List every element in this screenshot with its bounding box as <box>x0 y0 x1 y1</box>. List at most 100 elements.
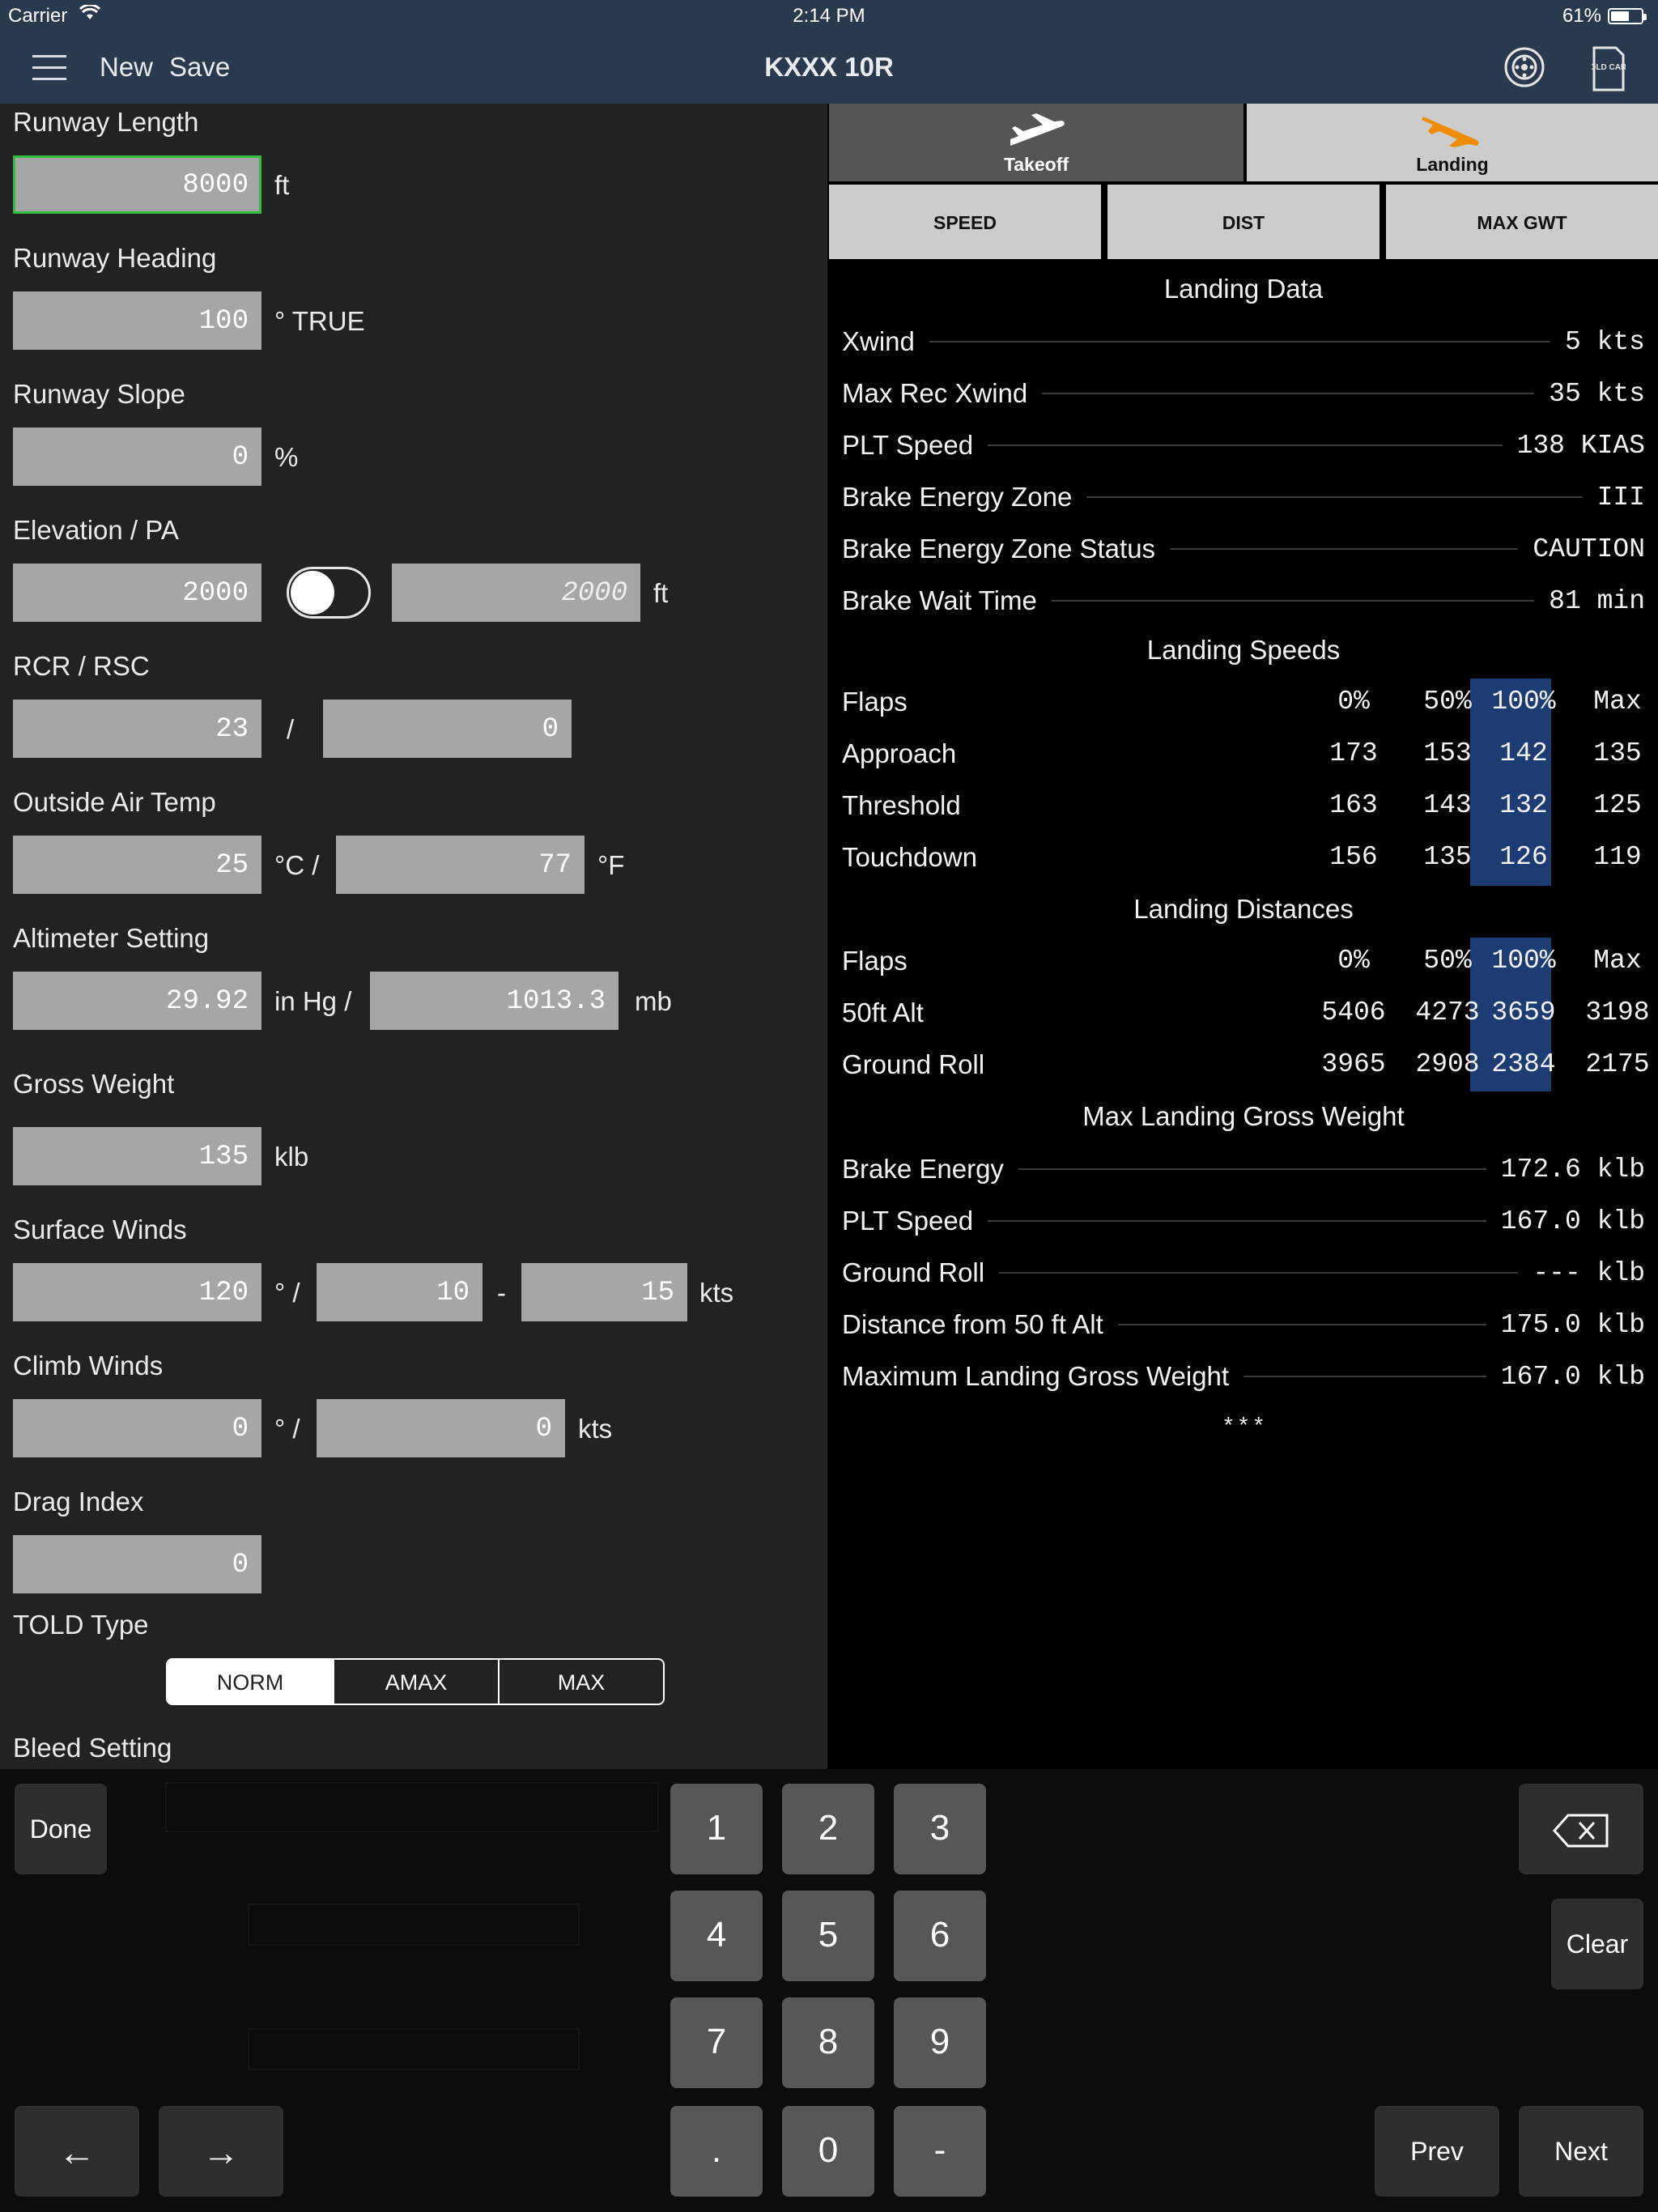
elevation-field[interactable]: 2000 <box>13 564 261 622</box>
page-title: KXXX 10R <box>764 52 894 82</box>
tab-landing[interactable]: Landing <box>1247 104 1658 181</box>
runway-length-field[interactable]: 8000 <box>13 155 261 214</box>
rsc-field[interactable]: 0 <box>323 700 572 758</box>
right-arrow-key[interactable]: → <box>159 2106 283 2197</box>
key-4[interactable]: 4 <box>670 1891 763 1981</box>
climb-wind-dir-field[interactable]: 0 <box>13 1399 261 1457</box>
landing-data-value: 81 min <box>1549 585 1645 616</box>
input-form: Runway Length 8000 ft Runway Heading 100… <box>0 104 827 1769</box>
landing-plane-icon <box>1418 110 1483 155</box>
runway-length-unit: ft <box>274 170 290 200</box>
key-2[interactable]: 2 <box>782 1784 874 1874</box>
told-card-icon[interactable]: TOLD CARD <box>1585 45 1632 96</box>
done-button[interactable]: Done <box>15 1784 107 1874</box>
rcr-rsc-label: RCR / RSC <box>13 651 150 681</box>
drag-index-label: Drag Index <box>13 1487 144 1516</box>
menu-icon[interactable] <box>32 55 66 81</box>
battery-percent: 61% <box>1562 5 1601 27</box>
landing-speed-cell: 135 <box>1423 842 1472 872</box>
hidden-segment-ghost-2 <box>248 2028 580 2070</box>
landing-speed-key: Approach <box>842 738 957 768</box>
left-arrow-key[interactable]: ← <box>15 2106 139 2197</box>
told-type-norm[interactable]: NORM <box>168 1660 333 1704</box>
landing-data-row: Max Rec Xwind 35 kts <box>842 376 1645 411</box>
rcr-field[interactable]: 23 <box>13 700 261 758</box>
gross-weight-field[interactable]: 135 <box>13 1127 261 1185</box>
landing-data-value: III <box>1596 482 1645 513</box>
altimeter-mb-field[interactable]: 1013.3 <box>370 972 619 1030</box>
landing-data-row: PLT Speed 138 KIAS <box>842 428 1645 463</box>
key-7[interactable]: 7 <box>670 1997 763 2088</box>
surface-wind-dir-field[interactable]: 120 <box>13 1263 261 1321</box>
landing-speed-cell: 50% <box>1423 687 1472 717</box>
pa-toggle[interactable] <box>287 567 371 619</box>
told-type-max[interactable]: MAX <box>498 1660 663 1704</box>
told-type-amax[interactable]: AMAX <box>333 1660 498 1704</box>
key-1[interactable]: 1 <box>670 1784 763 1874</box>
landing-speed-cell: 0% <box>1337 687 1370 717</box>
landing-speed-cell: 119 <box>1593 842 1642 872</box>
prev-button[interactable]: Prev <box>1375 2106 1499 2197</box>
landing-data-row: Xwind 5 kts <box>842 324 1645 359</box>
oat-celsius-field[interactable]: 25 <box>13 836 261 894</box>
key-5[interactable]: 5 <box>782 1891 874 1981</box>
climb-wind-speed-field[interactable]: 0 <box>317 1399 565 1457</box>
landing-distance-key: 50ft Alt <box>842 998 924 1027</box>
max-gw-key: Brake Energy <box>842 1154 1004 1184</box>
key-minus[interactable]: - <box>894 2106 986 2197</box>
tab-speed[interactable]: SPEED <box>829 185 1101 259</box>
key-3[interactable]: 3 <box>894 1784 986 1874</box>
landing-speed-cell: Max <box>1593 687 1642 717</box>
altimeter-inhg-unit: in Hg / <box>274 986 352 1016</box>
oat-fahrenheit-field[interactable]: 77 <box>336 836 585 894</box>
altimeter-label: Altimeter Setting <box>13 923 210 953</box>
new-button[interactable]: New <box>100 52 153 83</box>
backspace-icon <box>1552 1814 1609 1848</box>
landing-speed-row: Approach 173 153 142 135 <box>842 738 1645 774</box>
landing-speed-cell: 173 <box>1329 738 1378 768</box>
key-8[interactable]: 8 <box>782 1997 874 2088</box>
bleed-setting-label: Bleed Setting <box>13 1733 172 1763</box>
oat-label: Outside Air Temp <box>13 787 216 817</box>
tab-dist[interactable]: DIST <box>1107 185 1380 259</box>
surface-wind-speed-field[interactable]: 10 <box>317 1263 483 1321</box>
altimeter-inhg-field[interactable]: 29.92 <box>13 972 261 1030</box>
pressure-altitude-field[interactable]: 2000 <box>392 564 640 622</box>
landing-speed-cell: 156 <box>1329 842 1378 872</box>
max-gw-value: 167.0 klb <box>1500 1361 1645 1392</box>
max-gw-value: 167.0 klb <box>1500 1206 1645 1236</box>
landing-data-row: Brake Wait Time 81 min <box>842 583 1645 619</box>
save-button[interactable]: Save <box>169 52 230 83</box>
runway-heading-field[interactable]: 100 <box>13 291 261 350</box>
landing-distance-cell: Max <box>1593 946 1642 976</box>
tab-max-gwt[interactable]: MAX GWT <box>1386 185 1658 259</box>
runway-slope-field[interactable]: 0 <box>13 428 261 486</box>
landing-distance-cell: 100% <box>1491 946 1556 976</box>
leader-line <box>1117 1324 1486 1325</box>
landing-distance-cell: 4273 <box>1415 998 1480 1027</box>
landing-speeds-title: Landing Speeds <box>1146 635 1341 665</box>
leader-line <box>1086 496 1583 498</box>
key-6[interactable]: 6 <box>894 1891 986 1981</box>
landing-data-value: 5 kts <box>1564 326 1645 357</box>
brake-disc-icon[interactable] <box>1503 45 1546 93</box>
landing-distance-cell: 50% <box>1423 946 1472 976</box>
max-gw-key: PLT Speed <box>842 1206 974 1236</box>
key-9[interactable]: 9 <box>894 1997 986 2088</box>
backspace-button[interactable] <box>1519 1784 1643 1874</box>
max-gw-row: Distance from 50 ft Alt 175.0 klb <box>842 1307 1645 1342</box>
clear-button[interactable]: Clear <box>1551 1899 1643 1989</box>
leader-line <box>999 1272 1519 1274</box>
landing-distance-row: Ground Roll 3965 2908 2384 2175 <box>842 1049 1650 1085</box>
drag-index-field[interactable]: 0 <box>13 1535 261 1593</box>
landing-speed-key: Threshold <box>842 790 961 820</box>
landing-distance-key: Flaps <box>842 946 908 976</box>
key-decimal[interactable]: . <box>670 2106 763 2197</box>
key-0[interactable]: 0 <box>782 2106 874 2197</box>
landing-distance-cell: 2384 <box>1491 1049 1556 1079</box>
leader-line <box>1244 1376 1486 1377</box>
next-button[interactable]: Next <box>1519 2106 1643 2197</box>
tab-takeoff[interactable]: Takeoff <box>829 104 1244 181</box>
max-gw-row: Ground Roll --- klb <box>842 1255 1645 1291</box>
surface-wind-gust-field[interactable]: 15 <box>521 1263 687 1321</box>
